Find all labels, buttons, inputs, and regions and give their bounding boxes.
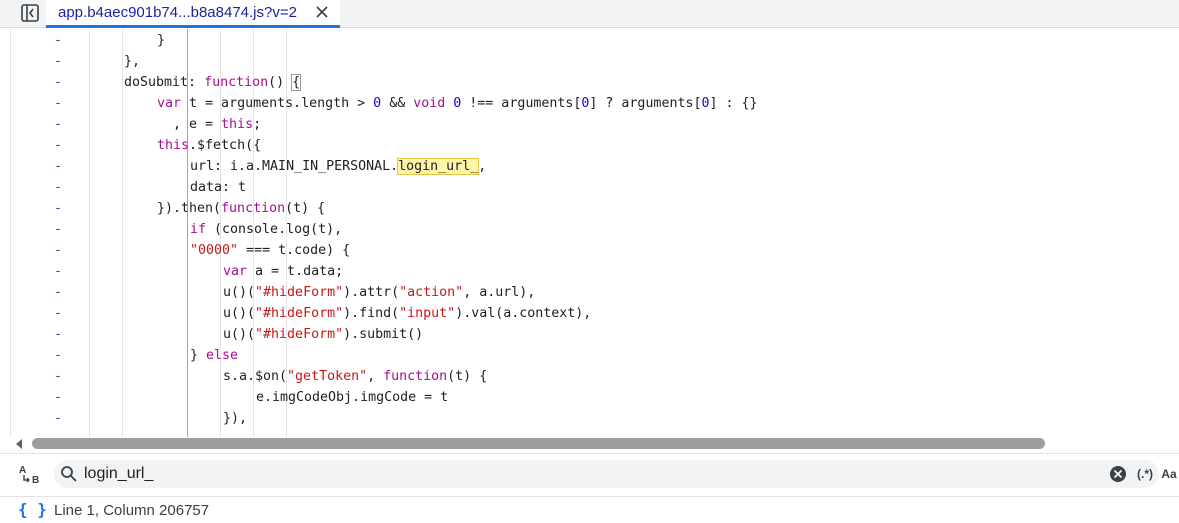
code-text: var t = arguments.length > 0 && void 0 !… xyxy=(157,96,758,111)
gutter-marker: - xyxy=(54,201,63,216)
clear-icon[interactable] xyxy=(1109,465,1127,483)
code-line[interactable]: - "0000" === t.code) { xyxy=(0,240,1179,261)
code-line[interactable]: - var t = arguments.length > 0 && void 0 … xyxy=(0,93,1179,114)
code-line[interactable]: -} xyxy=(0,30,1179,51)
gutter-marker: - xyxy=(54,75,63,90)
gutter-marker: - xyxy=(54,264,63,279)
sidebar-toggle-icon[interactable] xyxy=(20,3,40,23)
gutter-marker: - xyxy=(54,33,63,48)
code-line[interactable]: - e.imgCodeObj.imgCode = t xyxy=(0,387,1179,408)
svg-text:A: A xyxy=(19,465,26,476)
code-text: u()("#hideForm").submit() xyxy=(223,327,424,342)
code-line[interactable]: -}), xyxy=(0,408,1179,429)
code-text: u()("#hideForm").attr("action", a.url), xyxy=(223,285,536,300)
gutter-marker: - xyxy=(54,96,63,111)
code-line[interactable]: - , e = this; xyxy=(0,114,1179,135)
code-text: e.imgCodeObj.imgCode = t xyxy=(256,390,449,405)
code-editor[interactable]: -} -}, - doSubmit: function() {- var t = arg… xyxy=(0,29,1179,437)
code-text: this.$fetch({ xyxy=(157,138,262,153)
gutter-marker: - xyxy=(54,327,63,342)
code-line[interactable]: - data: t xyxy=(0,177,1179,198)
code-line[interactable]: - url: i.a.MAIN_IN_PERSONAL.login_url_, xyxy=(0,156,1179,177)
pretty-print-icon[interactable]: { } xyxy=(18,500,47,519)
search-input[interactable] xyxy=(84,462,984,486)
gutter-marker: - xyxy=(54,117,63,132)
tab-bar: app.b4aec901b74...b8a8474.js?v=2 xyxy=(0,0,1179,28)
search-bar: A B (.*) Aa xyxy=(0,453,1179,493)
code-text: } xyxy=(157,33,166,48)
gutter-marker: - xyxy=(54,180,63,195)
code-line[interactable]: - u()("#hideForm").attr("action", a.url), xyxy=(0,282,1179,303)
gutter-marker: - xyxy=(54,159,63,174)
code-line[interactable]: -}, xyxy=(0,51,1179,72)
code-line[interactable]: - }).then(function(t) { xyxy=(0,198,1179,219)
code-text: var a = t.data; xyxy=(223,264,344,279)
scrollbar-thumb[interactable] xyxy=(32,438,1045,449)
gutter-marker: - xyxy=(54,411,63,426)
code-text: u()("#hideForm").find("input").val(a.con… xyxy=(223,306,592,321)
code-text: url: i.a.MAIN_IN_PERSONAL.login_url_, xyxy=(190,158,487,175)
code-text: "0000" === t.code) { xyxy=(190,243,351,258)
code-line[interactable]: - doSubmit: function() { xyxy=(0,72,1179,93)
code-line[interactable]: - var a = t.data; xyxy=(0,261,1179,282)
code-text: }, xyxy=(124,54,141,69)
gutter-marker: - xyxy=(54,222,63,237)
file-tab-title: app.b4aec901b74...b8a8474.js?v=2 xyxy=(58,4,297,21)
match-case-icon[interactable]: Aa xyxy=(1158,464,1179,484)
status-bar: { } Line 1, Column 206757 xyxy=(0,496,1179,523)
code-text: doSubmit: function() { xyxy=(124,74,302,91)
code-text: }), xyxy=(223,411,248,426)
code-line[interactable]: - if (console.log(t), xyxy=(0,219,1179,240)
code-text: s.a.$on("getToken", function(t) { xyxy=(223,369,488,384)
code-line[interactable]: - this.$fetch({ xyxy=(0,135,1179,156)
close-icon[interactable] xyxy=(314,4,330,20)
search-icon xyxy=(61,466,77,482)
gutter-marker: - xyxy=(54,369,63,384)
gutter-marker: - xyxy=(54,390,63,405)
replace-toggle-icon[interactable]: A B xyxy=(18,462,44,486)
horizontal-scrollbar[interactable] xyxy=(0,437,1179,451)
scroll-left-icon[interactable] xyxy=(16,439,22,449)
code-text: if (console.log(t), xyxy=(190,222,343,237)
gutter-marker: - xyxy=(54,285,63,300)
gutter-marker: - xyxy=(54,306,63,321)
search-field: (.*) Aa xyxy=(54,460,1177,488)
code-text: }).then(function(t) { xyxy=(157,201,326,216)
gutter-marker: - xyxy=(54,138,63,153)
code-line[interactable]: - s.a.$on("getToken", function(t) { xyxy=(0,366,1179,387)
gutter-marker: - xyxy=(54,348,63,363)
file-tab[interactable]: app.b4aec901b74...b8a8474.js?v=2 xyxy=(46,0,340,28)
svg-text:B: B xyxy=(32,475,39,486)
regex-icon[interactable]: (.*) xyxy=(1132,464,1158,484)
code-line[interactable]: - u()("#hideForm").submit() xyxy=(0,324,1179,345)
gutter-marker: - xyxy=(54,243,63,258)
code-text: } else xyxy=(190,348,239,363)
code-line[interactable]: - u()("#hideForm").find("input").val(a.co… xyxy=(0,303,1179,324)
cursor-position: Line 1, Column 206757 xyxy=(54,502,210,519)
code-line[interactable]: - } else xyxy=(0,345,1179,366)
code-text: , e = this; xyxy=(157,117,262,132)
gutter-marker: - xyxy=(54,54,63,69)
code-text: data: t xyxy=(190,180,247,195)
